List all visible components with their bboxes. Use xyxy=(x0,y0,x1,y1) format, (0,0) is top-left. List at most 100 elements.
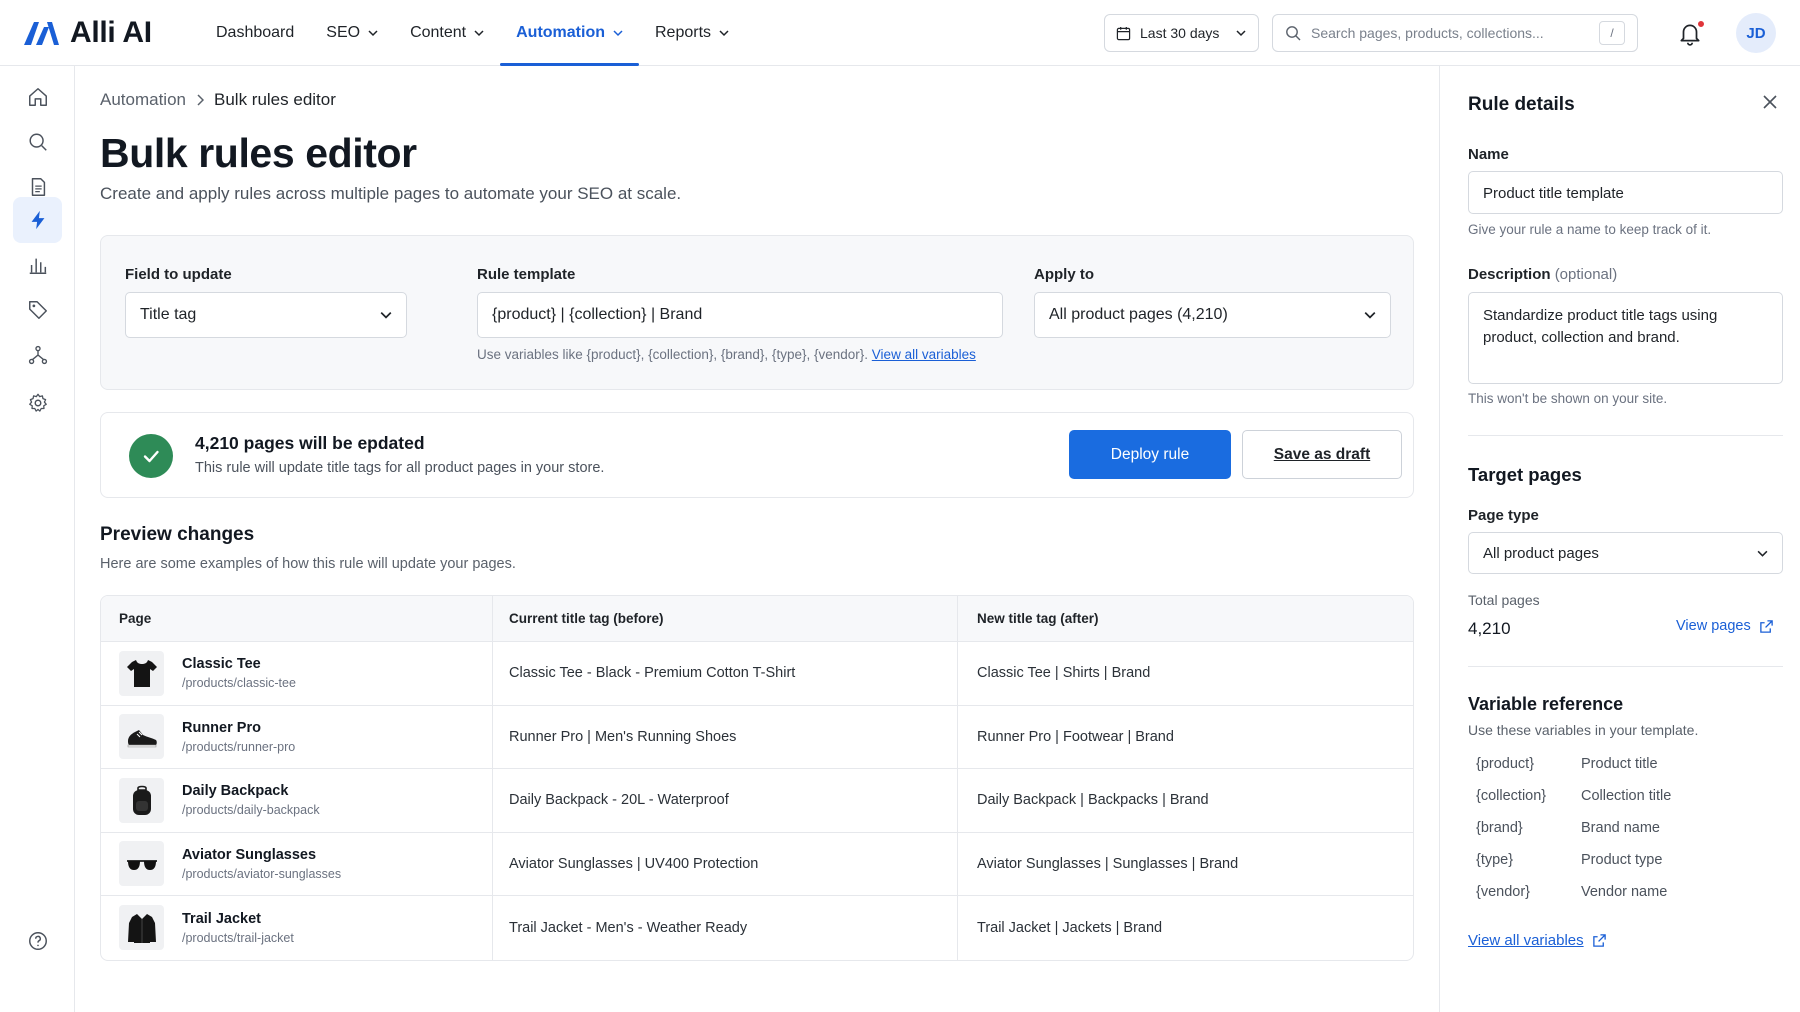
logo[interactable]: Alli AI xyxy=(22,16,152,50)
product-name[interactable]: Classic Tee xyxy=(182,656,296,672)
page-type-select[interactable]: All product pages xyxy=(1468,532,1783,574)
panel-title: Rule details xyxy=(1468,94,1575,115)
page-cell: Aviator Sunglasses/products/aviator-sung… xyxy=(101,832,493,895)
breadcrumb-parent[interactable]: Automation xyxy=(100,90,186,110)
variable-reference-title: Variable reference xyxy=(1468,694,1624,714)
column-header-after: New title tag (after) xyxy=(977,611,1099,626)
product-thumbnail xyxy=(119,777,164,823)
page-type-value: All product pages xyxy=(1483,544,1599,562)
nav-content[interactable]: Content xyxy=(394,0,500,66)
rule-template-hint: Use variables like {product}, {collectio… xyxy=(477,347,976,362)
before-cell: Aviator Sunglasses | UV400 Protection xyxy=(493,832,958,895)
rule-template-label: Rule template xyxy=(477,266,576,283)
hint-text: Use variables like {product}, {collectio… xyxy=(477,347,869,362)
document-icon xyxy=(31,178,45,196)
field-to-update-value: Title tag xyxy=(140,306,197,323)
table-row[interactable]: Trail Jacket/products/trail-jacket Trail… xyxy=(101,896,1413,960)
view-all-variables-link[interactable]: View all variables xyxy=(872,347,976,362)
chevron-down-icon xyxy=(1364,312,1376,319)
rail-automation[interactable] xyxy=(13,197,62,243)
after-cell: Aviator Sunglasses | Sunglasses | Brand xyxy=(977,855,1239,872)
rail-integrations[interactable] xyxy=(13,332,62,378)
variable-key[interactable]: {product} xyxy=(1476,756,1581,772)
bar-chart-icon xyxy=(29,258,46,274)
nav-dashboard[interactable]: Dashboard xyxy=(200,0,310,66)
view-pages-link[interactable]: View pages xyxy=(1676,618,1774,634)
side-rail xyxy=(0,66,75,1012)
chevron-down-icon xyxy=(719,30,729,37)
nav-reports[interactable]: Reports xyxy=(639,0,745,66)
rail-help[interactable] xyxy=(13,918,62,964)
variable-desc: Brand name xyxy=(1581,820,1660,836)
nav-automation[interactable]: Automation xyxy=(500,0,639,66)
rail-tags[interactable] xyxy=(13,287,62,333)
global-search[interactable]: / xyxy=(1272,14,1638,52)
table-row[interactable]: Runner Pro/products/runner-pro Runner Pr… xyxy=(101,705,1413,769)
view-all-variables-label: View all variables xyxy=(1468,932,1584,949)
variable-desc: Product type xyxy=(1581,852,1663,868)
search-input[interactable] xyxy=(1311,25,1589,41)
rail-settings[interactable] xyxy=(13,380,62,426)
avatar[interactable]: JD xyxy=(1736,13,1776,53)
save-as-draft-button[interactable]: Save as draft xyxy=(1242,430,1402,479)
rule-template-input[interactable]: {product} | {collection} | Brand xyxy=(477,292,1003,338)
search-shortcut: / xyxy=(1599,21,1625,45)
product-path: /products/runner-pro xyxy=(182,739,296,754)
variable-key[interactable]: {type} xyxy=(1476,852,1581,868)
top-bar: Alli AI Dashboard SEO Content Automation… xyxy=(0,0,1800,66)
rule-details-panel: Rule details Name Product title template… xyxy=(1439,66,1800,1012)
preview-table: Page Current title tag (before) New titl… xyxy=(100,595,1414,961)
deploy-rule-button[interactable]: Deploy rule xyxy=(1069,430,1231,479)
rail-home[interactable] xyxy=(13,74,62,120)
column-header-page: Page xyxy=(101,596,493,641)
product-name[interactable]: Trail Jacket xyxy=(182,911,294,927)
search-icon xyxy=(1286,26,1301,41)
external-link-icon xyxy=(1592,934,1606,947)
name-input[interactable]: Product title template xyxy=(1468,171,1783,214)
nav-label: SEO xyxy=(326,24,361,41)
page-cell: Classic Tee/products/classic-tee xyxy=(101,642,493,705)
preview-subtitle: Here are some examples of how this rule … xyxy=(100,556,516,572)
nav-seo[interactable]: SEO xyxy=(310,0,394,66)
status-card: 4,210 pages will be epdated This rule wi… xyxy=(100,412,1414,498)
calendar-icon xyxy=(1116,26,1131,40)
chevron-down-icon xyxy=(1757,550,1768,557)
page-type-label: Page type xyxy=(1468,507,1539,524)
variable-desc: Collection title xyxy=(1581,788,1672,804)
total-pages-value: 4,210 xyxy=(1468,619,1511,638)
description-textarea[interactable]: Standardize product title tags using pro… xyxy=(1468,292,1783,384)
product-thumbnail xyxy=(119,905,164,951)
product-thumbnail xyxy=(119,650,164,696)
table-row[interactable]: Aviator Sunglasses/products/aviator-sung… xyxy=(101,832,1413,896)
divider xyxy=(1468,666,1783,667)
after-cell: Daily Backpack | Backpacks | Brand xyxy=(977,792,1209,809)
chevron-down-icon xyxy=(380,312,392,319)
product-thumbnail xyxy=(119,714,164,760)
product-name[interactable]: Aviator Sunglasses xyxy=(182,847,341,863)
apply-to-value: All product pages (4,210) xyxy=(1049,306,1228,323)
description-label-text: Description xyxy=(1468,266,1551,283)
table-row[interactable]: Daily Backpack/products/daily-backpack D… xyxy=(101,769,1413,833)
table-header: Page Current title tag (before) New titl… xyxy=(101,596,1413,642)
variable-key[interactable]: {vendor} xyxy=(1476,884,1581,900)
rail-reports[interactable] xyxy=(13,242,62,288)
before-cell: Classic Tee - Black - Premium Cotton T-S… xyxy=(493,642,958,705)
main-content: Automation Bulk rules editor Bulk rules … xyxy=(76,66,1438,1012)
rail-search[interactable] xyxy=(13,119,62,165)
main-nav: Dashboard SEO Content Automation Reports xyxy=(200,0,745,66)
page-cell: Daily Backpack/products/daily-backpack xyxy=(101,769,493,832)
product-name[interactable]: Runner Pro xyxy=(182,720,295,736)
page-cell: Trail Jacket/products/trail-jacket xyxy=(101,896,493,960)
network-icon xyxy=(28,345,47,365)
view-all-variables-link[interactable]: View all variables xyxy=(1468,932,1607,949)
table-row[interactable]: Classic Tee/products/classic-tee Classic… xyxy=(101,642,1413,706)
variable-key[interactable]: {brand} xyxy=(1476,820,1581,836)
product-name[interactable]: Daily Backpack xyxy=(182,783,320,799)
nav-label: Reports xyxy=(655,24,712,41)
field-to-update-select[interactable]: Title tag xyxy=(125,292,407,338)
chevron-down-icon xyxy=(368,30,378,37)
apply-to-select[interactable]: All product pages (4,210) xyxy=(1034,292,1391,338)
date-range-button[interactable]: Last 30 days xyxy=(1104,14,1259,52)
variable-key[interactable]: {collection} xyxy=(1476,788,1581,804)
close-icon[interactable] xyxy=(1760,92,1780,112)
